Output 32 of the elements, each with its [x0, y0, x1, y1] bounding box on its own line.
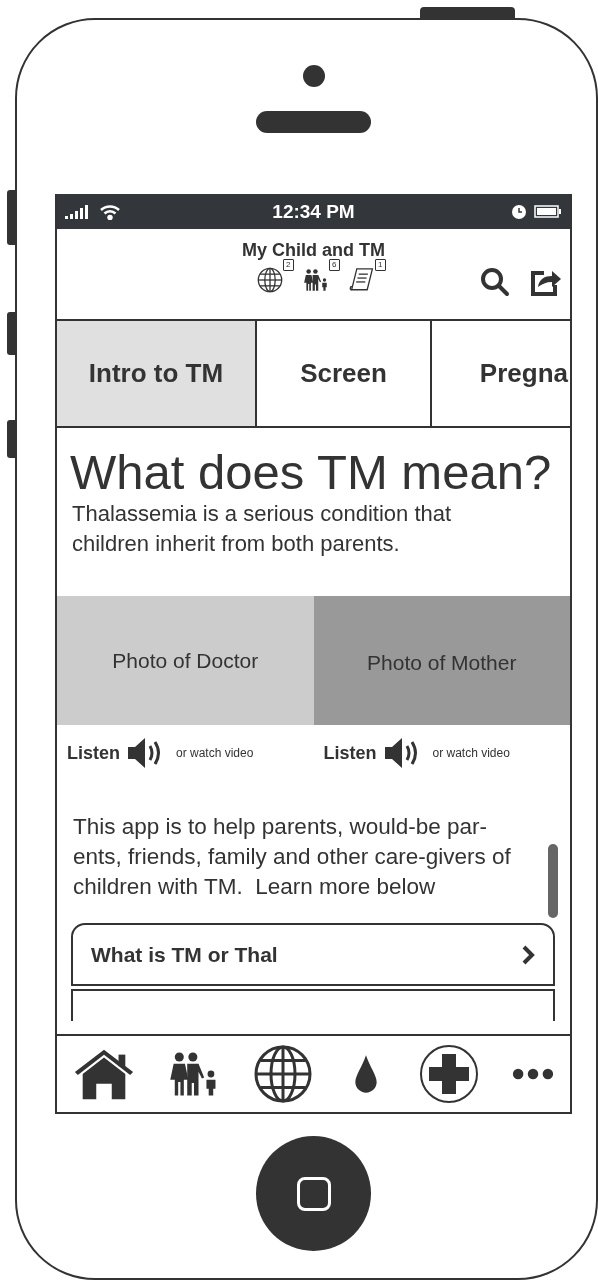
family-icon[interactable]	[302, 267, 329, 293]
listen-button[interactable]: Listen	[323, 742, 377, 764]
search-icon[interactable]	[480, 267, 510, 297]
photo-caption: Photo of Doctor	[112, 648, 259, 673]
medical-cross-icon[interactable]	[419, 1044, 479, 1104]
body-text: This app is to help parents, would-be par-ents, friends, family and other care-givers of children with TM. Learn more below	[73, 813, 512, 901]
watch-video-link[interactable]: or watch video	[176, 746, 254, 760]
signal-icon	[65, 204, 91, 219]
globe-icon[interactable]	[256, 267, 283, 293]
count-badge: 1	[375, 259, 386, 271]
count-badge: 2	[283, 259, 294, 271]
scrollbar[interactable]	[548, 844, 558, 918]
document-icon[interactable]	[348, 267, 375, 293]
page-heading: What does TM mean?	[70, 445, 553, 499]
wifi-icon	[99, 203, 121, 220]
list-row[interactable]	[71, 989, 555, 1021]
intro-text: Thalassemia is a serious condition that children inherit from both parents.	[72, 500, 453, 558]
more-icon[interactable]	[512, 1067, 554, 1081]
tab[interactable]: Intro to TM	[57, 321, 257, 426]
listen-button[interactable]: Listen	[67, 742, 120, 764]
app-title: My Child and TM	[242, 240, 385, 261]
clock-time: 12:34 PM	[272, 200, 355, 223]
globe-icon[interactable]	[253, 1044, 313, 1104]
battery-icon	[534, 205, 562, 218]
chevron-icon	[521, 944, 535, 965]
square-icon	[296, 1176, 331, 1211]
watch-video-link[interactable]: or watch video	[432, 746, 510, 760]
photo-caption: Photo of Mother	[367, 650, 517, 675]
camera-dot	[302, 65, 325, 87]
list-item[interactable]: What is TM or Thal	[71, 923, 555, 986]
clock-icon	[512, 204, 526, 219]
count-badge: 6	[329, 259, 340, 271]
